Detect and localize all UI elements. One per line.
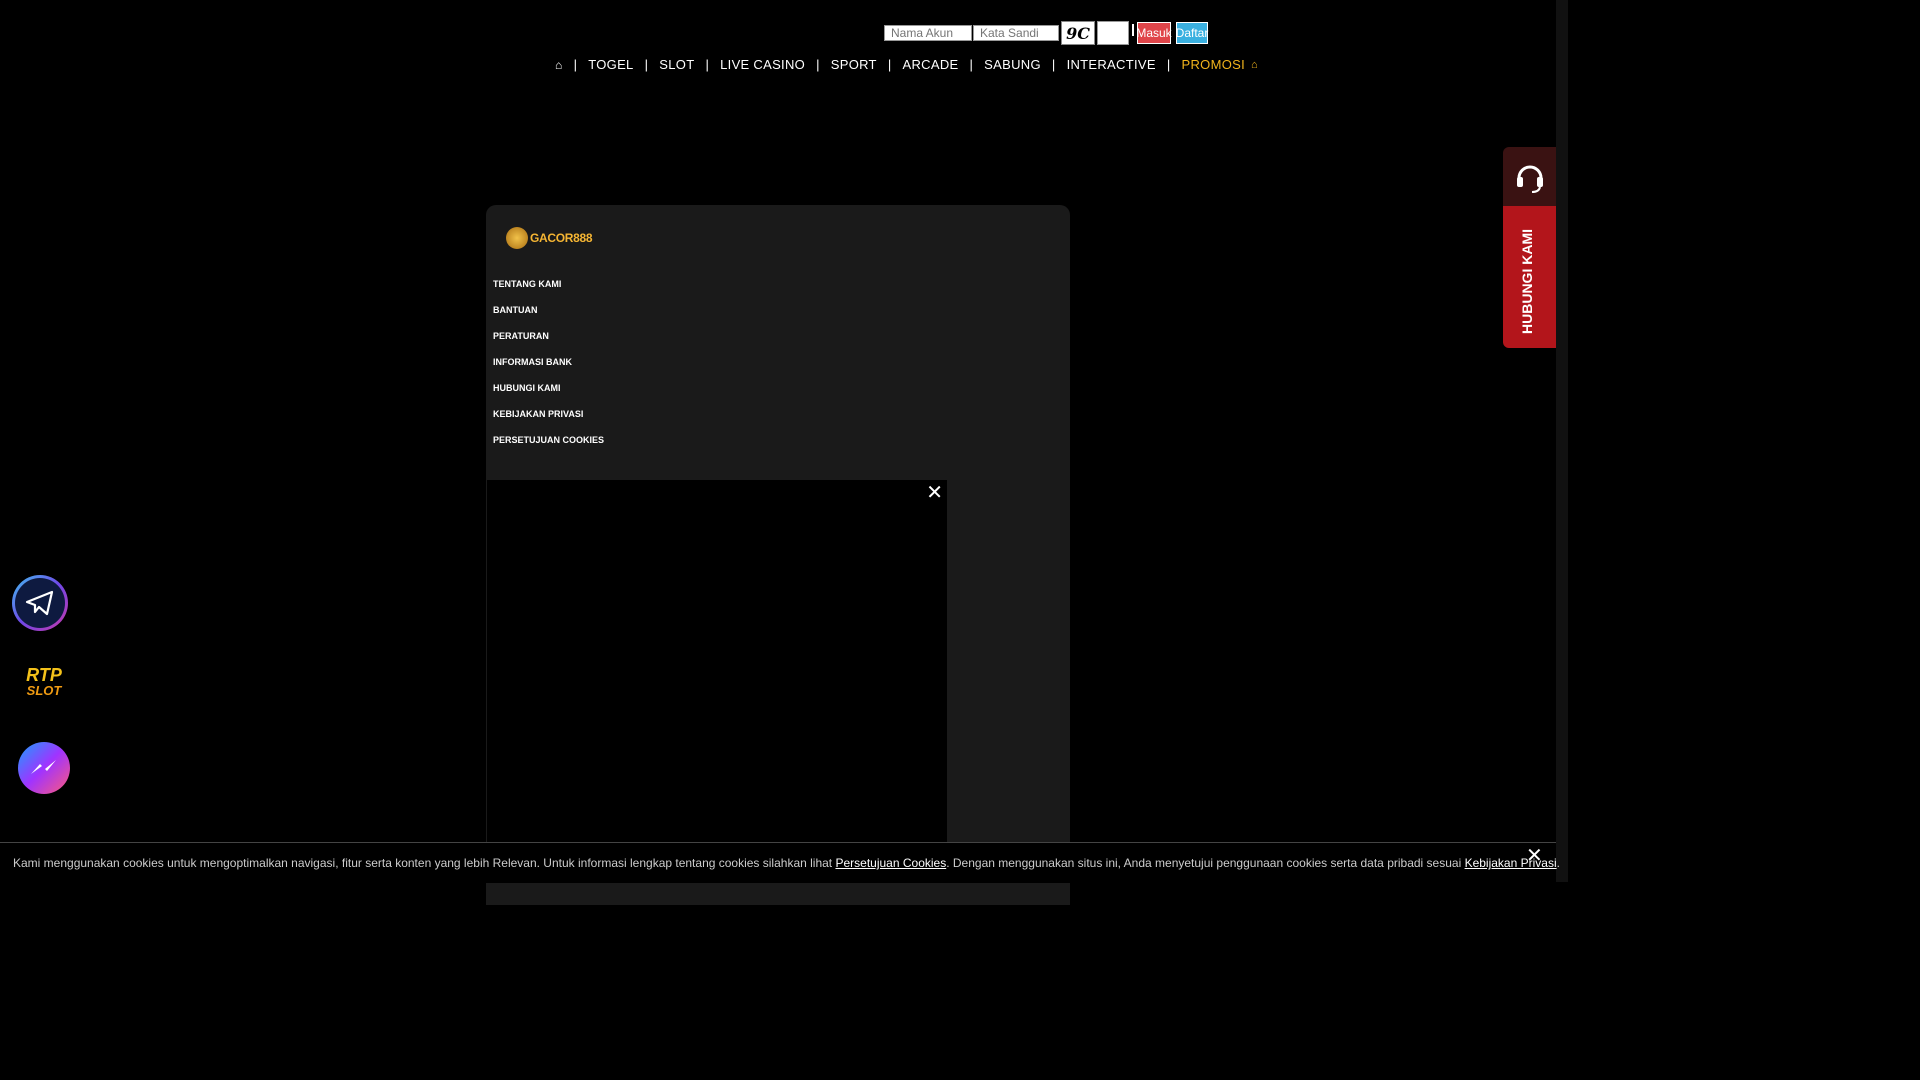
register-button[interactable]: Daftar xyxy=(1176,22,1208,44)
close-icon[interactable]: ✕ xyxy=(926,480,943,505)
privacy-policy-link[interactable]: Kebijakan Privasi xyxy=(1465,856,1557,870)
nav-item-live-casino[interactable]: LIVE CASINO xyxy=(709,57,816,72)
nav-item-arcade[interactable]: ARCADE xyxy=(892,57,970,72)
rtp-slot-icon[interactable]: RTP SLOT xyxy=(12,665,76,704)
main-nav: ⌂ | TOGEL | SLOT | LIVE CASINO | SPORT |… xyxy=(555,57,1258,72)
site-logo[interactable]: GACOR888 xyxy=(506,225,604,251)
footer-link-tentang-kami[interactable]: TENTANG KAMI xyxy=(493,277,604,303)
gift-icon: ⌂ xyxy=(1251,58,1258,71)
nav-item-togel[interactable]: TOGEL xyxy=(577,57,644,72)
login-button[interactable]: Masuk xyxy=(1136,22,1172,44)
messenger-icon[interactable] xyxy=(18,742,70,794)
footer-link-persetujuan-cookies[interactable]: PERSETUJUAN COOKIES xyxy=(493,433,604,459)
page-scrollbar[interactable] xyxy=(1556,0,1568,882)
captcha-input[interactable] xyxy=(1097,21,1129,45)
captcha-image: 9C xyxy=(1061,21,1095,45)
telegram-icon[interactable] xyxy=(12,575,68,631)
nav-item-sabung[interactable]: SABUNG xyxy=(973,57,1052,72)
footer-link-bantuan[interactable]: BANTUAN xyxy=(493,303,604,329)
nav-item-promosi[interactable]: PROMOSI xyxy=(1171,57,1252,72)
divider xyxy=(1132,24,1134,36)
login-bar: 9C Masuk Daftar xyxy=(884,20,1208,46)
rtp-bottom-text: SLOT xyxy=(26,683,62,698)
cookie-text-part: . xyxy=(1556,856,1560,870)
footer-link-informasi-bank[interactable]: INFORMASI BANK xyxy=(493,355,604,381)
footer-link-hubungi-kami[interactable]: HUBUNGI KAMI xyxy=(493,381,604,407)
popup-box: ✕ xyxy=(487,480,947,882)
nav-item-sport[interactable]: SPORT xyxy=(820,57,888,72)
footer-links: TENTANG KAMI BANTUAN PERATURAN INFORMASI… xyxy=(493,277,604,459)
logo-text: GACOR888 xyxy=(530,231,593,245)
nav-item-slot[interactable]: SLOT xyxy=(648,57,705,72)
password-input[interactable] xyxy=(973,25,1059,41)
contact-tab-label: HUBUNGI KAMI xyxy=(1519,229,1535,334)
cookie-banner: Kami menggunakan cookies untuk mengoptim… xyxy=(0,842,1560,883)
cookie-consent-link[interactable]: Persetujuan Cookies xyxy=(835,856,946,870)
contact-tab[interactable]: HUBUNGI KAMI xyxy=(1503,147,1556,348)
nav-item-interactive[interactable]: INTERACTIVE xyxy=(1056,57,1167,72)
headset-icon xyxy=(1503,147,1556,206)
cookie-text-part: Kami menggunakan cookies untuk mengoptim… xyxy=(13,856,836,870)
cookie-text-part: . Dengan menggunakan situs ini, Anda men… xyxy=(946,856,1465,870)
cookie-text: Kami menggunakan cookies untuk mengoptim… xyxy=(13,856,1560,870)
rtp-top-text: RTP xyxy=(26,665,62,685)
footer-link-peraturan[interactable]: PERATURAN xyxy=(493,329,604,355)
footer-link-kebijakan-privasi[interactable]: KEBIJAKAN PRIVASI xyxy=(493,407,604,433)
logo-badge-icon xyxy=(506,227,528,249)
close-icon[interactable]: ✕ xyxy=(1526,843,1543,868)
username-input[interactable] xyxy=(884,25,972,41)
home-icon[interactable]: ⌂ xyxy=(555,58,574,72)
